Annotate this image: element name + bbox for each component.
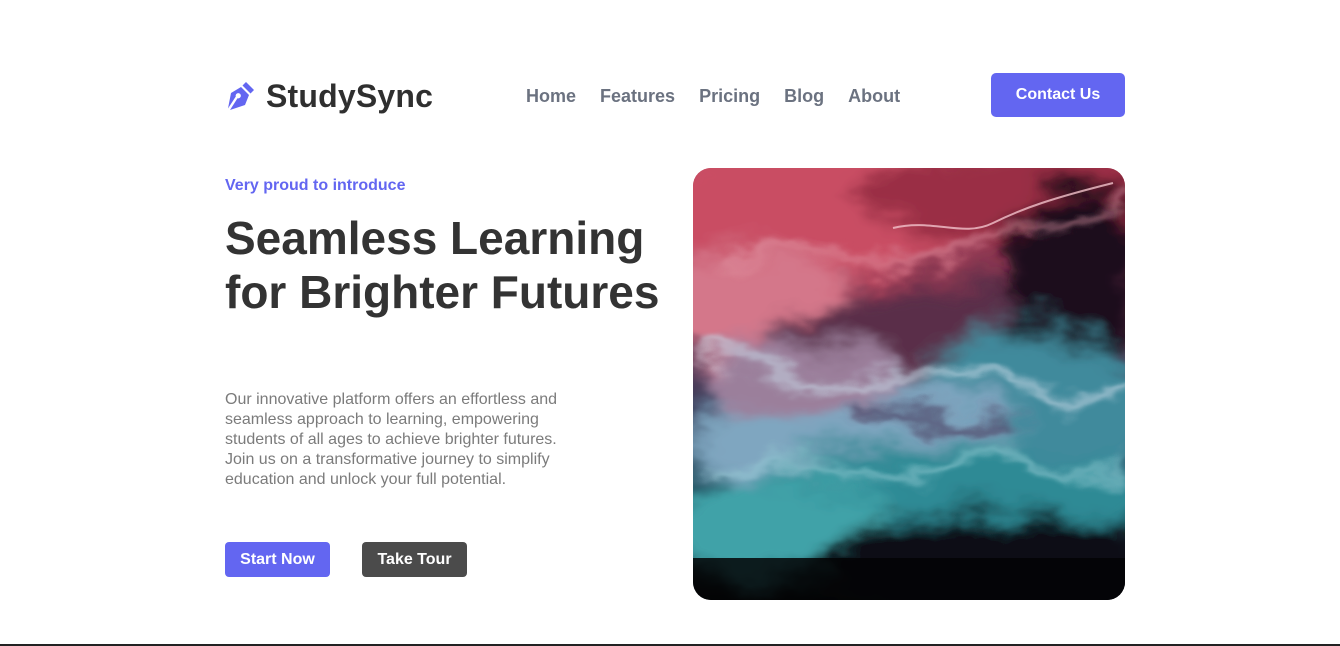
- nav-link-blog[interactable]: Blog: [784, 84, 824, 108]
- brand-name: StudySync: [266, 78, 434, 114]
- nav-link-features[interactable]: Features: [600, 84, 675, 108]
- hero-headline: Seamless Learning for Brighter Futures: [225, 212, 660, 318]
- nav-link-home[interactable]: Home: [526, 84, 576, 108]
- start-now-button[interactable]: Start Now: [225, 542, 330, 577]
- pen-nib-icon: [228, 82, 254, 110]
- contact-us-button[interactable]: Contact Us: [991, 73, 1125, 117]
- abstract-fluid-art: [693, 168, 1125, 600]
- take-tour-button[interactable]: Take Tour: [362, 542, 467, 577]
- nav-link-pricing[interactable]: Pricing: [699, 84, 760, 108]
- hero-image: [693, 168, 1125, 600]
- landing-page: StudySync Home Features Pricing Blog Abo…: [0, 0, 1340, 646]
- hero-eyebrow: Very proud to introduce: [225, 177, 406, 194]
- hero-description: Our innovative platform offers an effort…: [225, 391, 558, 488]
- brand-logo[interactable]: StudySync: [225, 77, 433, 115]
- main-nav: Home Features Pricing Blog About: [526, 84, 900, 108]
- nav-link-about[interactable]: About: [848, 84, 900, 108]
